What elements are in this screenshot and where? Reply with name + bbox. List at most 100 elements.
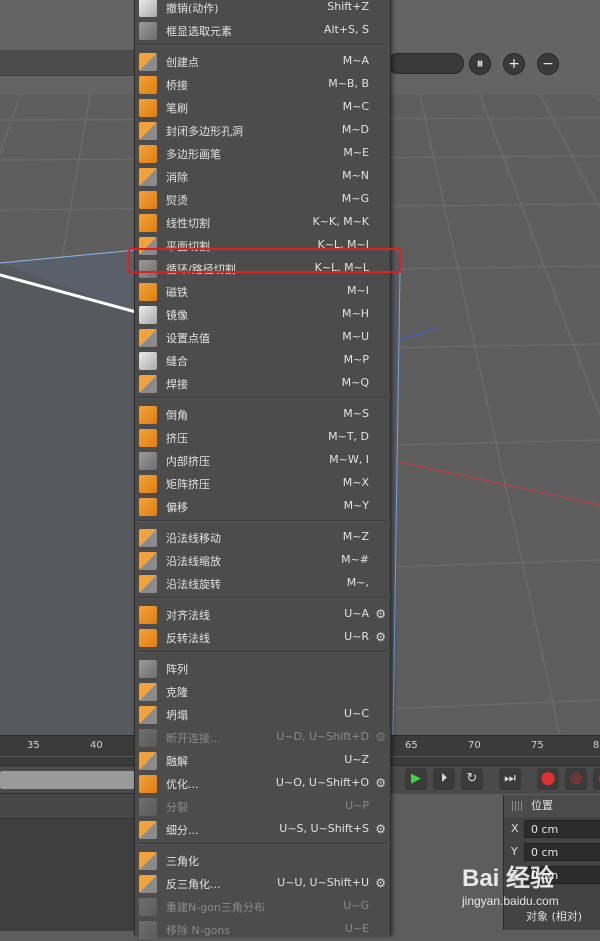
- menu-item-label: 矩阵挤压: [166, 478, 210, 491]
- menu-separator: [137, 397, 387, 399]
- collapse-icon: [139, 706, 157, 724]
- menu-item-stitch[interactable]: 缝合 M~P: [135, 349, 390, 372]
- minus-icon[interactable]: −: [537, 53, 559, 75]
- menu-item-optimize[interactable]: 优化... U~O, U~Shift+O ⚙: [135, 772, 390, 795]
- menu-separator: [137, 44, 387, 46]
- menu-item-shortcut: U~U, U~Shift+U: [277, 876, 369, 889]
- menu-item-iron[interactable]: 熨烫 M~G: [135, 188, 390, 211]
- menu-item-label: 重建N-gon三角分布: [166, 901, 265, 914]
- menu-item-create-point[interactable]: 创建点 M~A: [135, 50, 390, 73]
- menu-item-matrix-extrude[interactable]: 矩阵挤压 M~X: [135, 472, 390, 495]
- menu-item-undo[interactable]: 撤销(动作) Shift+Z: [135, 0, 390, 19]
- menu-item-shortcut: M~I: [347, 284, 369, 297]
- menu-item-shortcut: M~B, B: [328, 77, 369, 90]
- menu-item-label: 缝合: [166, 355, 188, 368]
- pause-icon[interactable]: ⏸: [469, 53, 491, 75]
- extrude-inner-icon: [139, 452, 157, 470]
- keyframe-icon[interactable]: ◉: [593, 768, 600, 790]
- menu-item-label: 封闭多边形孔洞: [166, 125, 243, 138]
- auto-key-icon[interactable]: ◎: [565, 768, 587, 790]
- timeline-tick: 75: [531, 740, 544, 751]
- gear-icon[interactable]: ⚙: [375, 822, 386, 836]
- menu-item-shortcut: K~K, M~K: [312, 215, 369, 228]
- menu-item-label: 沿法线缩放: [166, 555, 221, 568]
- polygon-pen-icon: [139, 145, 157, 163]
- menu-item-bridge[interactable]: 桥接 M~B, B: [135, 73, 390, 96]
- menu-item-disconnect: 断开连接... U~D, U~Shift+D ⚙: [135, 726, 390, 749]
- menu-item-mirror[interactable]: 镜像 M~H: [135, 303, 390, 326]
- menu-item-melt[interactable]: 融解 U~Z: [135, 749, 390, 772]
- menu-item-normal-rotate[interactable]: 沿法线旋转 M~,: [135, 572, 390, 595]
- position-x-field[interactable]: 0 cm: [524, 820, 600, 838]
- dissolve-icon: [139, 168, 157, 186]
- menu-item-polygon-pen[interactable]: 多边形画笔 M~E: [135, 142, 390, 165]
- menu-item-extrude-inner[interactable]: 内部挤压 M~W, I: [135, 449, 390, 472]
- normal-move-icon: [139, 529, 157, 547]
- subdivide-icon: [139, 821, 157, 839]
- menu-item-brush[interactable]: 笔刷 M~C: [135, 96, 390, 119]
- menu-item-array[interactable]: 阵列: [135, 657, 390, 680]
- menu-item-shortcut: U~D, U~Shift+D: [276, 730, 369, 743]
- menu-item-triangulate[interactable]: 三角化: [135, 849, 390, 872]
- menu-item-shortcut: U~E: [344, 922, 369, 935]
- menu-item-subdivide[interactable]: 细分... U~S, U~Shift+S ⚙: [135, 818, 390, 841]
- menu-item-label: 创建点: [166, 56, 199, 69]
- menu-item-magnet[interactable]: 磁铁 M~I: [135, 280, 390, 303]
- menu-item-shortcut: U~G: [343, 899, 369, 912]
- menu-item-label: 框显选取元素: [166, 25, 232, 38]
- gear-icon[interactable]: ⚙: [375, 630, 386, 644]
- menu-item-set-point-value[interactable]: 设置点值 M~U: [135, 326, 390, 349]
- untriangulate-icon: [139, 875, 157, 893]
- menu-item-label: 反三角化...: [166, 878, 221, 891]
- menu-item-label: 优化...: [166, 778, 199, 791]
- menu-item-label: 沿法线旋转: [166, 578, 221, 591]
- menu-item-knife[interactable]: 线性切割 K~K, M~K: [135, 211, 390, 234]
- menu-item-shortcut: M~N: [342, 169, 369, 182]
- play-icon[interactable]: ▶: [405, 768, 427, 790]
- extrude-icon: [139, 429, 157, 447]
- loop-icon[interactable]: ↻: [461, 768, 483, 790]
- menu-item-extrude[interactable]: 挤压 M~T, D: [135, 426, 390, 449]
- menu-item-dissolve[interactable]: 消除 M~N: [135, 165, 390, 188]
- menu-item-close-hole[interactable]: 封闭多边形孔洞 M~D: [135, 119, 390, 142]
- gear-icon[interactable]: ⚙: [375, 876, 386, 890]
- menu-item-label: 细分...: [166, 824, 199, 837]
- menu-item-label: 笔刷: [166, 102, 188, 115]
- menu-separator: [137, 597, 387, 599]
- close-hole-icon: [139, 122, 157, 140]
- menu-item-clone[interactable]: 克隆: [135, 680, 390, 703]
- menu-item-align-normals[interactable]: 对齐法线 U~A ⚙: [135, 603, 390, 626]
- menu-item-frame-selected[interactable]: 框显选取元素 Alt+S, S: [135, 19, 390, 42]
- retriangulate-ngons-icon: [139, 898, 157, 916]
- menu-item-untriangulate[interactable]: 反三角化... U~U, U~Shift+U ⚙: [135, 872, 390, 895]
- go-to-end-icon[interactable]: ⏭: [499, 768, 521, 790]
- brush-icon: [139, 99, 157, 117]
- plus-icon[interactable]: +: [503, 53, 525, 75]
- record-key-icon[interactable]: ⬤: [537, 768, 559, 790]
- menu-item-weld[interactable]: 焊接 M~Q: [135, 372, 390, 395]
- disconnect-icon: [139, 729, 157, 747]
- menu-item-bevel[interactable]: 倒角 M~S: [135, 403, 390, 426]
- position-title: 位置: [531, 799, 553, 812]
- step-forward-icon[interactable]: ⏵: [433, 768, 455, 790]
- optimize-icon: [139, 775, 157, 793]
- menu-separator: [137, 843, 387, 845]
- menu-item-label: 线性切割: [166, 217, 210, 230]
- watermark-url: jingyan.baidu.com: [462, 894, 559, 908]
- gear-icon[interactable]: ⚙: [375, 776, 386, 790]
- iron-icon: [139, 191, 157, 209]
- viewport-slider[interactable]: [388, 53, 464, 74]
- menu-item-normal-scale[interactable]: 沿法线缩放 M~#: [135, 549, 390, 572]
- menu-item-collapse[interactable]: 坍塌 U~C: [135, 703, 390, 726]
- gear-icon[interactable]: ⚙: [375, 607, 386, 621]
- menu-item-shortcut: U~O, U~Shift+O: [275, 776, 369, 789]
- menu-item-normal-move[interactable]: 沿法线移动 M~Z: [135, 526, 390, 549]
- frame-range-slider[interactable]: [0, 771, 136, 789]
- normal-scale-icon: [139, 552, 157, 570]
- menu-item-reverse-normals[interactable]: 反转法线 U~R ⚙: [135, 626, 390, 649]
- menu-item-label: 设置点值: [166, 332, 210, 345]
- menu-item-offset[interactable]: 偏移 M~Y: [135, 495, 390, 518]
- menu-item-shortcut: M~C: [342, 100, 369, 113]
- menu-item-shortcut: M~,: [346, 576, 369, 589]
- timeline-tick: 70: [468, 740, 481, 751]
